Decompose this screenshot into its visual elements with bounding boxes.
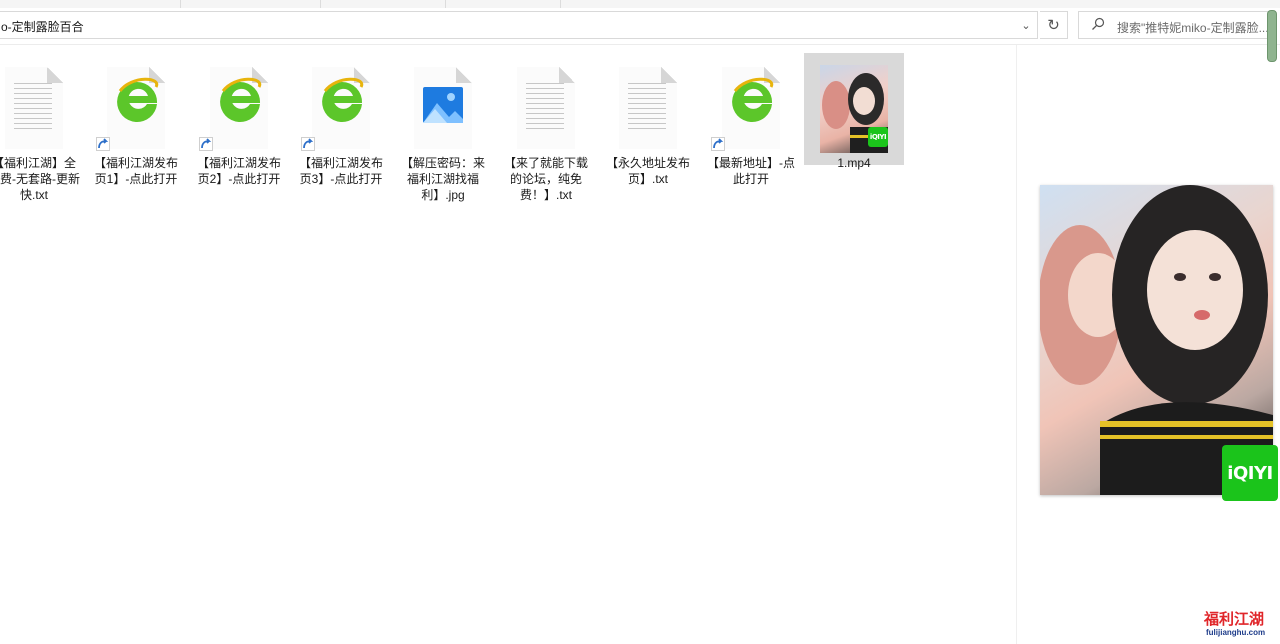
video-thumbnail: iQIYI xyxy=(804,53,904,153)
iqiyi-logo: iQIYI xyxy=(868,127,888,147)
file-item[interactable]: 【解压密码：来福利江湖找福利】.jpg xyxy=(393,53,493,203)
ie-browser-icon xyxy=(291,53,391,153)
watermark-url: fulijianghu.com xyxy=(1206,628,1266,637)
address-path[interactable]: o-定制露脸百合 xyxy=(1,18,84,35)
chevron-down-icon[interactable]: ⌄ xyxy=(1015,12,1037,38)
file-item[interactable]: 【福利江湖发布页2】-点此打开 xyxy=(189,53,289,187)
file-name: 【永久地址发布页】.txt xyxy=(605,156,690,186)
refresh-icon: ↻ xyxy=(1047,17,1060,34)
search-placeholder: 搜索"推特妮miko-定制露脸... xyxy=(1117,21,1269,35)
file-name: 【福利江湖发布页2】-点此打开 xyxy=(196,156,281,186)
file-item[interactable]: 【福利江湖】全免费-无套路-更新快.txt xyxy=(0,53,84,203)
ie-browser-icon xyxy=(86,53,186,153)
file-item[interactable]: 【福利江湖发布页3】-点此打开 xyxy=(291,53,391,187)
ribbon-tab[interactable] xyxy=(60,0,181,8)
iqiyi-logo: iQIYI xyxy=(1222,445,1278,501)
text-file-icon xyxy=(496,53,596,153)
watermark-title: 福利江湖 xyxy=(1204,611,1265,628)
file-name: 【福利江湖】全免费-无套路-更新快.txt xyxy=(0,156,80,202)
file-name: 【最新地址】-点此打开 xyxy=(707,156,795,186)
address-bar[interactable]: o-定制露脸百合 ⌄ xyxy=(0,11,1038,39)
shortcut-arrow-icon xyxy=(199,137,213,151)
file-explorer-window: o-定制露脸百合 ⌄ ↻ 搜索"推特妮miko-定制露脸... 【福利江湖】全免… xyxy=(0,0,1280,644)
scrollbar-thumb[interactable] xyxy=(1267,10,1277,62)
ribbon-tab[interactable] xyxy=(325,0,446,8)
file-name: 1.mp4 xyxy=(837,156,871,170)
ribbon-tab[interactable] xyxy=(440,0,561,8)
file-name: 【解压密码：来福利江湖找福利】.jpg xyxy=(400,156,485,202)
file-name: 【来了就能下载的论坛，纯免费！】.txt xyxy=(503,156,588,202)
ribbon-tab[interactable] xyxy=(200,0,321,8)
search-input[interactable]: 搜索"推特妮miko-定制露脸... xyxy=(1078,11,1272,39)
refresh-button[interactable]: ↻ xyxy=(1040,11,1068,39)
file-item[interactable]: 【永久地址发布页】.txt xyxy=(598,53,698,187)
address-row: o-定制露脸百合 ⌄ ↻ 搜索"推特妮miko-定制露脸... xyxy=(0,8,1280,62)
shortcut-arrow-icon xyxy=(301,137,315,151)
text-file-icon xyxy=(0,53,84,153)
file-name: 【福利江湖发布页1】-点此打开 xyxy=(93,156,178,186)
search-icon xyxy=(1092,17,1105,30)
file-item[interactable]: 【最新地址】-点此打开 xyxy=(701,53,801,187)
file-item[interactable]: 【来了就能下载的论坛，纯免费！】.txt xyxy=(496,53,596,203)
file-list: 【福利江湖】全免费-无套路-更新快.txt 【福利江湖发布页1】-点此打开 xyxy=(0,45,1016,644)
image-file-icon xyxy=(393,53,493,153)
preview-pane-divider[interactable] xyxy=(1016,45,1017,644)
ie-browser-icon xyxy=(189,53,289,153)
text-file-icon xyxy=(598,53,698,153)
site-watermark: 福利江湖 fulijianghu.com xyxy=(1196,604,1280,644)
file-name: 【福利江湖发布页3】-点此打开 xyxy=(298,156,383,186)
file-item[interactable]: 【福利江湖发布页1】-点此打开 xyxy=(86,53,186,187)
ie-browser-icon xyxy=(701,53,801,153)
shortcut-arrow-icon xyxy=(711,137,725,151)
file-item-selected[interactable]: iQIYI 1.mp4 xyxy=(804,53,904,170)
shortcut-arrow-icon xyxy=(96,137,110,151)
